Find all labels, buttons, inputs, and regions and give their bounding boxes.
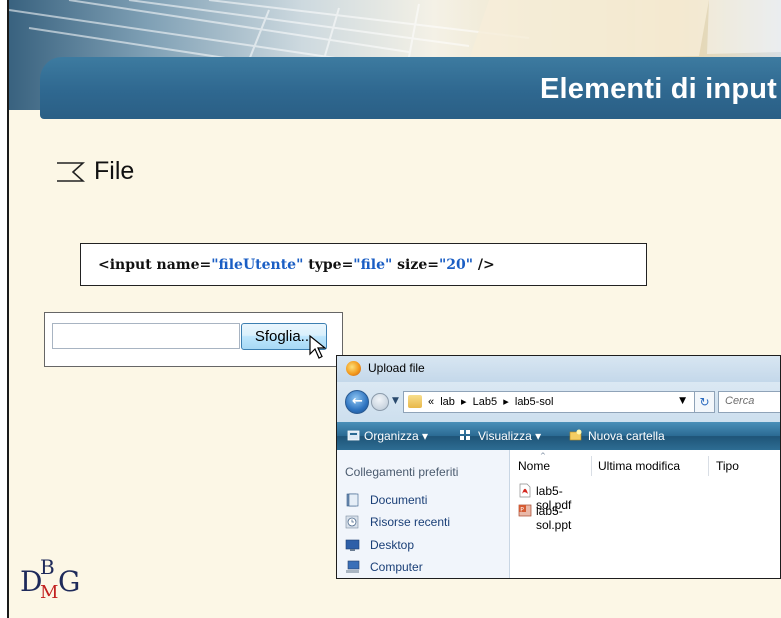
mouse-cursor-icon	[309, 334, 327, 359]
favorites-sidebar: Collegamenti preferiti Documenti Risorse…	[337, 450, 510, 578]
refresh-button[interactable]: ↻	[695, 391, 715, 413]
code-attr-size: size=	[392, 257, 439, 273]
path-text: « lab ▸ Lab5 ▸ lab5-sol	[428, 396, 554, 408]
views-label: Visualizza	[478, 429, 532, 443]
sidebar-item-label: Documenti	[370, 493, 428, 507]
column-header-type[interactable]: Tipo	[716, 459, 739, 473]
column-separator	[708, 456, 709, 476]
code-attr-type: type=	[303, 257, 354, 273]
code-value-name: "fileUtente"	[211, 257, 304, 273]
dialog-toolbar: Organizza ▾ Visualizza ▾ Nuova cartella	[337, 422, 780, 450]
file-input-demo: Sfoglia...	[44, 312, 343, 367]
pdf-file-icon	[519, 483, 531, 498]
recent-items-icon	[345, 515, 359, 529]
firefox-icon	[346, 361, 361, 376]
organize-button[interactable]: Organizza ▾	[364, 429, 428, 443]
forward-button[interactable]	[371, 393, 389, 411]
address-bar: ← ▼ « lab ▸ Lab5 ▸ lab5-sol ▼ ↻ Cerca	[337, 382, 780, 422]
code-tag-close: />	[473, 257, 495, 273]
code-attr-name: name=	[151, 257, 212, 273]
logo-letter-m: M	[40, 582, 59, 603]
new-folder-icon	[569, 429, 582, 441]
code-line: <input name="fileUtente" type="file" siz…	[98, 257, 495, 273]
file-name: lab5-sol.ppt	[536, 504, 572, 532]
documents-icon	[346, 493, 359, 507]
new-folder-button[interactable]: Nuova cartella	[588, 429, 665, 443]
code-example: <input name="fileUtente" type="file" siz…	[80, 243, 647, 286]
column-header-name[interactable]: Nome	[518, 459, 550, 473]
back-arrow-icon: ←	[352, 394, 363, 409]
organize-label: Organizza	[364, 429, 419, 443]
sidebar-item-label: Risorse recenti	[370, 515, 451, 529]
code-value-size: "20"	[438, 257, 474, 273]
favorites-header: Collegamenti preferiti	[345, 465, 459, 479]
sidebar-item-label: Desktop	[370, 538, 415, 552]
dialog-title: Upload file	[368, 361, 425, 375]
slide: Elementi di input File <input name="file…	[0, 0, 781, 618]
logo-letter-b: B	[40, 555, 55, 579]
views-button[interactable]: Visualizza ▾	[478, 429, 541, 443]
history-dropdown-icon[interactable]: ▼	[392, 396, 399, 406]
file-path-field[interactable]	[52, 323, 240, 349]
views-icon	[460, 430, 470, 440]
sidebar-item-label: Computer	[370, 560, 423, 574]
path-breadcrumb[interactable]: « lab ▸ Lab5 ▸ lab5-sol ▼	[403, 391, 695, 413]
search-placeholder: Cerca	[725, 395, 755, 407]
dialog-titlebar: Upload file	[337, 356, 780, 382]
desktop-icon	[345, 539, 360, 551]
organize-icon	[347, 430, 360, 441]
file-list: Nome ^ Ultima modifica Tipo lab5-sol.pdf…	[510, 450, 780, 578]
back-button[interactable]: ←	[345, 390, 369, 414]
column-header-modified[interactable]: Ultima modifica	[598, 459, 680, 473]
ppt-file-icon: P	[518, 504, 532, 517]
column-separator	[591, 456, 592, 476]
path-dropdown-icon[interactable]: ▼	[679, 396, 686, 406]
folder-icon	[408, 395, 422, 408]
slide-title: Elementi di input	[539, 73, 777, 105]
svg-text:P: P	[520, 506, 524, 513]
code-tag-open: <input	[98, 257, 152, 273]
dbmg-logo: D B M G	[20, 555, 110, 610]
upload-dialog: Upload file ← ▼ « lab ▸ Lab5 ▸ lab5-sol …	[336, 355, 781, 579]
sort-indicator-icon: ^	[540, 452, 546, 460]
computer-icon	[346, 560, 360, 573]
bullet-text: File	[94, 157, 135, 185]
code-value-type: "file"	[353, 257, 393, 273]
logo-letter-g: G	[58, 565, 81, 598]
sigma-bullet-icon	[57, 162, 85, 182]
search-input[interactable]: Cerca	[718, 391, 780, 413]
